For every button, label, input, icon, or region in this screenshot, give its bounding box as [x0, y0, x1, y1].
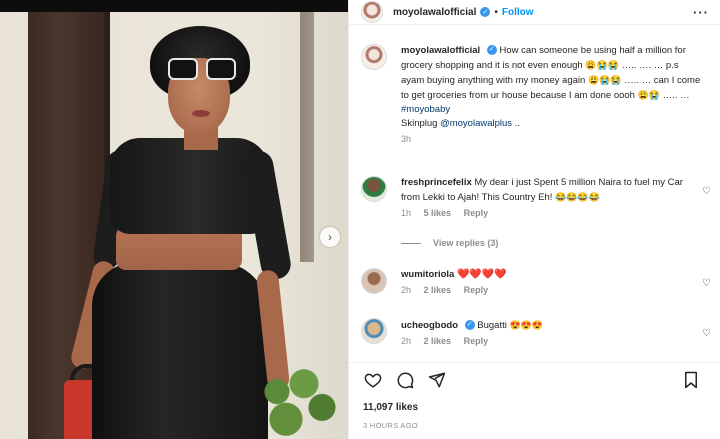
next-photo-button[interactable]: ›	[320, 227, 340, 247]
post-header: moyolawalofficial ✓ • Follow ···	[349, 0, 720, 25]
comment-username[interactable]: wumitoriola	[401, 269, 454, 280]
caption: moyolawalofficial ✓ How can someone be u…	[361, 44, 711, 144]
comment-likes[interactable]: 2 likes	[424, 285, 452, 295]
comment-time[interactable]: 2h	[401, 336, 411, 346]
comment-text: ucheogbodo ✓ Bugatti 😍😍😍	[401, 320, 544, 331]
avatar[interactable]	[361, 44, 387, 70]
hashtag-link[interactable]: #moyobaby	[401, 104, 450, 115]
send-icon[interactable]	[427, 370, 447, 390]
comment-time[interactable]: 1h	[401, 208, 411, 218]
photo-sunglasses	[168, 58, 236, 82]
comment-icon[interactable]	[395, 370, 415, 390]
comment-meta: 1h 5 likes Reply	[401, 208, 711, 218]
bookmark-icon[interactable]	[681, 370, 701, 390]
post-timestamp[interactable]: 3 HOURS AGO	[363, 421, 418, 430]
mention-link[interactable]: @moyolawalplus	[440, 118, 512, 129]
caption-username[interactable]: moyolawalofficial	[401, 45, 480, 56]
reply-button[interactable]: Reply	[464, 285, 489, 295]
post-side-panel: moyolawalofficial ✓ • Follow ··· moyolaw…	[348, 0, 720, 439]
comment-time[interactable]: 2h	[401, 285, 411, 295]
comment-text: freshprincefelix My dear i just Spent 5 …	[401, 177, 683, 203]
header-username[interactable]: moyolawalofficial	[393, 7, 476, 18]
avatar[interactable]	[361, 1, 383, 23]
avatar[interactable]	[361, 176, 387, 202]
comment-likes[interactable]: 5 likes	[424, 208, 452, 218]
comment-likes[interactable]: 2 likes	[424, 336, 452, 346]
verified-badge-icon: ✓	[486, 45, 497, 56]
caption-time[interactable]: 3h	[401, 134, 411, 144]
action-bar	[349, 362, 720, 396]
reply-button[interactable]: Reply	[464, 336, 489, 346]
heart-icon[interactable]: ♡	[702, 278, 711, 289]
reply-button[interactable]: Reply	[464, 208, 489, 218]
view-replies-button[interactable]: View replies (3)	[401, 238, 498, 248]
likes-count[interactable]: 11,097 likes	[363, 402, 418, 413]
comment-username[interactable]: ucheogbodo	[401, 320, 458, 331]
header-separator: •	[494, 6, 498, 18]
follow-button[interactable]: Follow	[502, 7, 534, 18]
more-options-icon[interactable]: ···	[693, 5, 709, 20]
photo-plant	[250, 360, 340, 439]
like-heart-icon[interactable]	[363, 370, 383, 390]
post-photo[interactable]: ›	[0, 0, 348, 439]
comments-list[interactable]: moyolawalofficial ✓ How can someone be u…	[349, 26, 720, 362]
heart-icon[interactable]: ♡	[702, 186, 711, 197]
comment-item: wumitoriola ❤️❤️❤️❤️ 2h 2 likes Reply ♡	[361, 268, 711, 295]
verified-badge-icon: ✓	[464, 320, 475, 331]
verified-badge-icon: ✓	[480, 7, 491, 17]
instagram-post-modal: › moyolawalofficial ✓ • Follow ··· moyol…	[0, 0, 720, 439]
heart-icon[interactable]: ♡	[702, 328, 711, 339]
comment-item: freshprincefelix My dear i just Spent 5 …	[361, 176, 711, 218]
caption-text: moyolawalofficial ✓ How can someone be u…	[401, 45, 701, 129]
comment-meta: 2h 2 likes Reply	[401, 336, 711, 346]
comment-item: ucheogbodo ✓ Bugatti 😍😍😍 2h 2 likes Repl…	[361, 318, 711, 346]
caption-meta: 3h	[401, 134, 711, 144]
avatar[interactable]	[361, 318, 387, 344]
avatar[interactable]	[361, 268, 387, 294]
chevron-right-icon: ›	[328, 230, 332, 244]
comment-meta: 2h 2 likes Reply	[401, 285, 711, 295]
comment-text: wumitoriola ❤️❤️❤️❤️	[401, 269, 507, 280]
comment-username[interactable]: freshprincefelix	[401, 177, 472, 188]
